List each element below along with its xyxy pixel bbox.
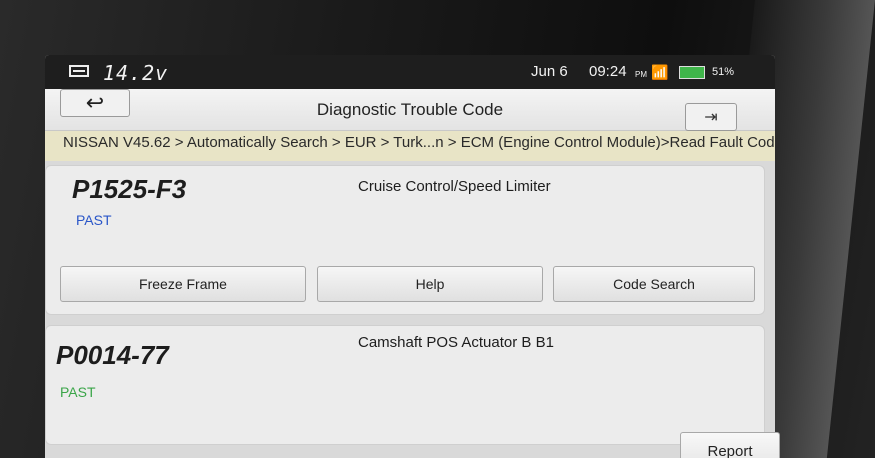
battery-percent: 51% [712, 66, 735, 78]
voltage-readout: 14.2v [103, 61, 169, 85]
exit-icon: ⇥ [704, 109, 718, 126]
wifi-icon: 📶 [651, 64, 669, 80]
screen: 14.2v Jun 6 09:24 PM 📶 51% ↩ Diagnostic … [45, 55, 775, 458]
page-title: Diagnostic Trouble Code [316, 100, 504, 119]
code-search-button[interactable]: Code Search [553, 266, 755, 302]
dtc-description: Camshaft POS Actuator B B1 [358, 334, 554, 351]
dtc-status: PAST [76, 212, 112, 228]
breadcrumb: NISSAN V45.62 > Automatically Search > E… [45, 131, 775, 161]
exit-button[interactable]: ⇥ [685, 103, 737, 131]
report-button[interactable]: Report [680, 432, 780, 458]
status-date: Jun 6 [531, 63, 568, 80]
status-ampm: PM [635, 70, 647, 79]
dtc-card: P1525-F3 Cruise Control/Speed Limiter PA… [45, 165, 765, 315]
vehicle-battery-icon [69, 65, 89, 77]
status-bar: 14.2v Jun 6 09:24 PM 📶 51% [45, 55, 775, 89]
dtc-code: P0014-77 [56, 340, 169, 370]
title-bar: ↩ Diagnostic Trouble Code ⇥ [45, 89, 775, 131]
battery-icon [679, 66, 705, 79]
dtc-card: P0014-77 Camshaft POS Actuator B B1 PAST [45, 325, 765, 445]
help-button[interactable]: Help [317, 266, 543, 302]
status-time: 09:24 [589, 63, 627, 80]
dtc-status: PAST [60, 384, 96, 400]
dtc-code: P1525-F3 [72, 174, 187, 204]
freeze-frame-button[interactable]: Freeze Frame [60, 266, 306, 302]
dtc-description: Cruise Control/Speed Limiter [358, 178, 551, 195]
